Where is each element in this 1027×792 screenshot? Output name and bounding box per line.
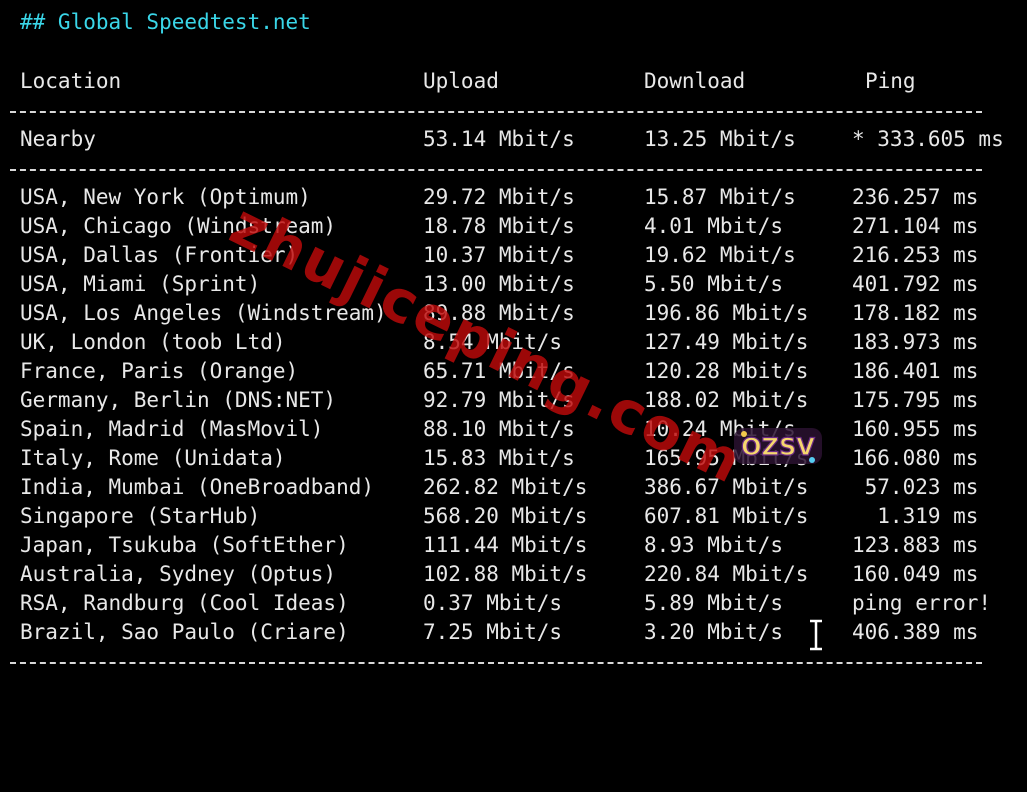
row-ping: 401.792 ms xyxy=(852,272,979,296)
nearby-upload: 53.14 Mbit/s xyxy=(423,127,575,151)
table-row: USA, Miami (Sprint) 13.00 Mbit/s 5.50 Mb… xyxy=(20,270,978,299)
row-location: Spain, Madrid (MasMovil) xyxy=(20,417,324,441)
divider-header xyxy=(10,111,982,113)
row-location: UK, London (toob Ltd) xyxy=(20,330,286,354)
row-ping: ping error! xyxy=(852,591,992,615)
table-row: Italy, Rome (Unidata) 15.83 Mbit/s 165.9… xyxy=(20,444,978,473)
table-row: RSA, Randburg (Cool Ideas) 0.37 Mbit/s 5… xyxy=(20,589,991,618)
row-upload: 13.00 Mbit/s xyxy=(423,272,575,296)
row-upload: 102.88 Mbit/s xyxy=(423,562,588,586)
table-row: France, Paris (Orange) 65.71 Mbit/s 120.… xyxy=(20,357,978,386)
row-ping: 271.104 ms xyxy=(852,214,979,238)
row-download: 5.50 Mbit/s xyxy=(644,272,784,296)
nearby-row: Nearby 53.14 Mbit/s 13.25 Mbit/s * 333.6… xyxy=(20,125,1004,154)
table-row: USA, Dallas (Frontier) 10.37 Mbit/s 19.6… xyxy=(20,241,978,270)
row-ping: 160.049 ms xyxy=(852,562,979,586)
column-header-ping: Ping xyxy=(865,69,916,93)
row-upload: 15.83 Mbit/s xyxy=(423,446,575,470)
row-location: Japan, Tsukuba (SoftEther) xyxy=(20,533,349,557)
table-header: Location Upload Download Ping xyxy=(20,67,916,96)
table-row: Japan, Tsukuba (SoftEther) 111.44 Mbit/s… xyxy=(20,531,978,560)
row-location: India, Mumbai (OneBroadband) xyxy=(20,475,375,499)
row-upload: 262.82 Mbit/s xyxy=(423,475,588,499)
row-ping: 166.080 ms xyxy=(852,446,979,470)
row-ping: 57.023 ms xyxy=(852,475,979,499)
table-row: Spain, Madrid (MasMovil) 88.10 Mbit/s 10… xyxy=(20,415,978,444)
row-download: 196.86 Mbit/s xyxy=(644,301,809,325)
column-header-upload: Upload xyxy=(423,69,499,93)
row-upload: 29.72 Mbit/s xyxy=(423,185,575,209)
row-download: 127.49 Mbit/s xyxy=(644,330,809,354)
row-ping: 178.182 ms xyxy=(852,301,979,325)
row-ping: 236.257 ms xyxy=(852,185,979,209)
row-upload: 568.20 Mbit/s xyxy=(423,504,588,528)
row-ping: 160.955 ms xyxy=(852,417,979,441)
row-location: Germany, Berlin (DNS:NET) xyxy=(20,388,337,412)
row-location: USA, Dallas (Frontier) xyxy=(20,243,299,267)
row-download: 120.28 Mbit/s xyxy=(644,359,809,383)
table-row: Australia, Sydney (Optus) 102.88 Mbit/s … xyxy=(20,560,978,589)
row-upload: 10.37 Mbit/s xyxy=(423,243,575,267)
row-download: 10.24 Mbit/s xyxy=(644,417,796,441)
row-upload: 0.37 Mbit/s xyxy=(423,591,563,615)
row-upload: 18.78 Mbit/s xyxy=(423,214,575,238)
row-location: USA, Chicago (Windstream) xyxy=(20,214,337,238)
divider-nearby xyxy=(10,169,982,171)
row-location: USA, Miami (Sprint) xyxy=(20,272,261,296)
row-location: RSA, Randburg (Cool Ideas) xyxy=(20,591,349,615)
column-header-download: Download xyxy=(644,69,746,93)
row-upload: 8.54 Mbit/s xyxy=(423,330,563,354)
table-row: Singapore (StarHub) 568.20 Mbit/s 607.81… xyxy=(20,502,978,531)
row-upload: 7.25 Mbit/s xyxy=(423,620,563,644)
row-download: 5.89 Mbit/s xyxy=(644,591,784,615)
table-row: USA, Los Angeles (Windstream) 89.88 Mbit… xyxy=(20,299,978,328)
divider-footer xyxy=(10,662,982,664)
row-upload: 88.10 Mbit/s xyxy=(423,417,575,441)
nearby-download: 13.25 Mbit/s xyxy=(644,127,796,151)
table-row: India, Mumbai (OneBroadband) 262.82 Mbit… xyxy=(20,473,978,502)
table-row: Germany, Berlin (DNS:NET) 92.79 Mbit/s 1… xyxy=(20,386,978,415)
row-download: 386.67 Mbit/s xyxy=(644,475,809,499)
row-ping: 175.795 ms xyxy=(852,388,979,412)
row-location: France, Paris (Orange) xyxy=(20,359,299,383)
row-download: 3.20 Mbit/s xyxy=(644,620,784,644)
row-ping: 183.973 ms xyxy=(852,330,979,354)
terminal-window[interactable]: ## Global Speedtest.net Location Upload … xyxy=(0,0,1027,669)
row-download: 19.62 Mbit/s xyxy=(644,243,796,267)
row-ping: 406.389 ms xyxy=(852,620,979,644)
row-download: 4.01 Mbit/s xyxy=(644,214,784,238)
row-upload: 92.79 Mbit/s xyxy=(423,388,575,412)
row-location: USA, New York (Optimum) xyxy=(20,185,311,209)
row-location: Italy, Rome (Unidata) xyxy=(20,446,286,470)
table-row: Brazil, Sao Paulo (Criare) 7.25 Mbit/s 3… xyxy=(20,618,978,647)
section-heading: ## Global Speedtest.net xyxy=(20,10,311,34)
row-download: 188.02 Mbit/s xyxy=(644,388,809,412)
table-row: UK, London (toob Ltd) 8.54 Mbit/s 127.49… xyxy=(20,328,978,357)
row-location: Singapore (StarHub) xyxy=(20,504,261,528)
column-header-location: Location xyxy=(20,69,122,93)
row-ping: 216.253 ms xyxy=(852,243,979,267)
row-download: 8.93 Mbit/s xyxy=(644,533,784,557)
table-row: USA, Chicago (Windstream) 18.78 Mbit/s 4… xyxy=(20,212,978,241)
row-download: 165.95 Mbit/s xyxy=(644,446,809,470)
row-download: 607.81 Mbit/s xyxy=(644,504,809,528)
row-download: 15.87 Mbit/s xyxy=(644,185,796,209)
row-location: Brazil, Sao Paulo (Criare) xyxy=(20,620,349,644)
row-upload: 111.44 Mbit/s xyxy=(423,533,588,557)
row-upload: 89.88 Mbit/s xyxy=(423,301,575,325)
table-row: USA, New York (Optimum) 29.72 Mbit/s 15.… xyxy=(20,183,978,212)
nearby-location: Nearby xyxy=(20,127,96,151)
row-upload: 65.71 Mbit/s xyxy=(423,359,575,383)
row-ping: 1.319 ms xyxy=(852,504,979,528)
row-location: USA, Los Angeles (Windstream) xyxy=(20,301,387,325)
nearby-ping: * 333.605 ms xyxy=(852,127,1004,151)
row-ping: 123.883 ms xyxy=(852,533,979,557)
row-ping: 186.401 ms xyxy=(852,359,979,383)
row-download: 220.84 Mbit/s xyxy=(644,562,809,586)
text-cursor-icon xyxy=(810,619,822,651)
row-location: Australia, Sydney (Optus) xyxy=(20,562,337,586)
